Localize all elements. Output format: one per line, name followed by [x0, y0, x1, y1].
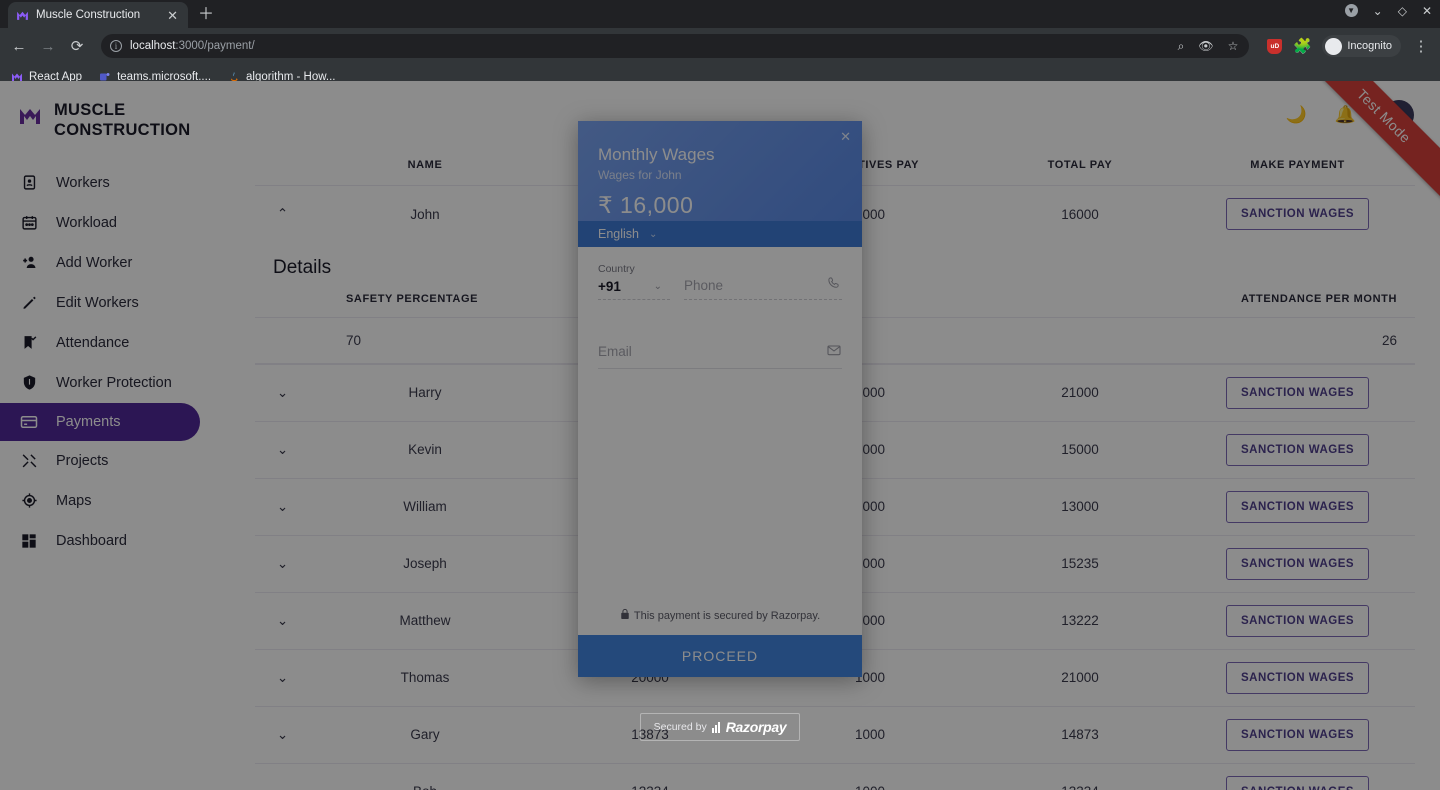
maximize-icon[interactable]: ◇ [1398, 5, 1407, 17]
ublock-icon[interactable]: uD [1267, 38, 1283, 54]
razorpay-footer-badge: Secured by Razorpay [640, 713, 800, 741]
extensions-icon[interactable]: 🧩 [1293, 37, 1312, 55]
address-bar[interactable]: i localhost:3000/payment/ ⌕ 👁 ☆ [101, 34, 1250, 58]
minimize-icon[interactable]: ▼ [1344, 4, 1358, 17]
secured-by-label: Secured by [653, 721, 707, 733]
incognito-indicator[interactable]: 🕶 Incognito [1322, 35, 1401, 57]
kebab-menu-icon[interactable]: ⋮ [1412, 37, 1430, 55]
forward-arrow-icon[interactable]: → [39, 38, 57, 55]
tab-strip: Muscle Construction ✕ ＋ ▼ ⌄ ◇ ✕ [0, 0, 1440, 28]
info-icon[interactable]: i [110, 40, 122, 52]
incognito-label: Incognito [1347, 40, 1392, 52]
browser-tab[interactable]: Muscle Construction ✕ [8, 2, 188, 28]
razorpay-brand: Razorpay [725, 719, 787, 735]
browser-window: Muscle Construction ✕ ＋ ▼ ⌄ ◇ ✕ ← → ⟳ i … [0, 0, 1440, 790]
back-arrow-icon[interactable]: ← [10, 38, 28, 55]
tab-close-icon[interactable]: ✕ [165, 9, 180, 22]
window-controls: ▼ ⌄ ◇ ✕ [1344, 4, 1432, 17]
eye-off-icon[interactable]: 👁 [1198, 39, 1213, 53]
razorpay-overlay[interactable] [0, 81, 1440, 790]
tab-title: Muscle Construction [36, 9, 141, 21]
bookmark-star-icon[interactable]: ☆ [1228, 39, 1239, 53]
new-tab-icon[interactable]: ＋ [198, 0, 214, 24]
url-path: :3000/payment/ [175, 40, 255, 52]
razorpay-logo-icon [711, 721, 720, 733]
incognito-icon: 🕶 [1325, 37, 1343, 55]
address-bar-url: localhost:3000/payment/ [130, 40, 255, 52]
url-host: localhost [130, 40, 176, 52]
chevron-down-icon[interactable]: ⌄ [1373, 5, 1383, 17]
zoom-search-icon[interactable]: ⌕ [1178, 39, 1185, 54]
tab-favicon-icon [16, 9, 29, 22]
reload-icon[interactable]: ⟳ [68, 37, 86, 55]
browser-toolbar: ← → ⟳ i localhost:3000/payment/ ⌕ 👁 ☆ uD… [0, 28, 1440, 64]
window-close-icon[interactable]: ✕ [1422, 5, 1432, 17]
